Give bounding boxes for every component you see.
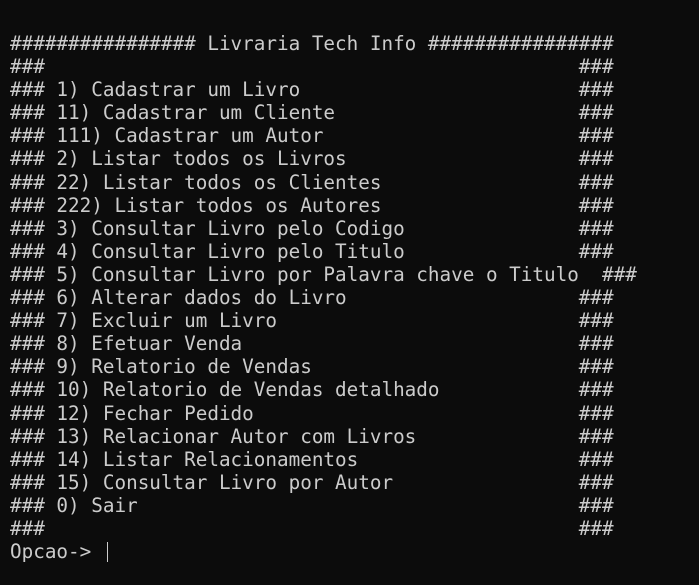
command-prompt[interactable]: Opcao-> <box>10 540 699 563</box>
text-cursor <box>106 541 108 562</box>
menu-item-cadastrar-livro: ### 1) Cadastrar um Livro ### <box>10 78 614 102</box>
menu-item-listar-clientes: ### 22) Listar todos os Clientes ### <box>10 170 614 194</box>
menu-item-fechar-pedido: ### 12) Fechar Pedido ### <box>10 401 614 425</box>
menu-item-relacionar-autor: ### 13) Relacionar Autor com Livros ### <box>10 424 614 448</box>
menu-item-relatorio-vendas: ### 9) Relatorio de Vendas ### <box>10 355 614 379</box>
menu-item-consultar-titulo: ### 4) Consultar Livro pelo Titulo ### <box>10 239 614 263</box>
menu-header: ################ Livraria Tech Info ####… <box>10 32 614 55</box>
menu-item-consultar-codigo: ### 3) Consultar Livro pelo Codigo ### <box>10 216 614 240</box>
menu-item-listar-relacionamentos: ### 14) Listar Relacionamentos ### <box>10 447 614 471</box>
menu-item-cadastrar-cliente: ### 11) Cadastrar um Cliente ### <box>10 101 614 125</box>
menu-item-consultar-palavra-chave: ### 5) Consultar Livro por Palavra chave… <box>10 262 637 286</box>
menu-item-consultar-autor: ### 15) Consultar Livro por Autor ### <box>10 470 614 494</box>
menu-item-sair: ### 0) Sair ### <box>10 493 614 517</box>
menu-item-alterar-livro: ### 6) Alterar dados do Livro ### <box>10 286 614 310</box>
menu-border: ### ### <box>10 55 614 79</box>
menu-item-listar-livros: ### 2) Listar todos os Livros ### <box>10 147 614 171</box>
menu-item-cadastrar-autor: ### 111) Cadastrar um Autor ### <box>10 124 614 148</box>
menu-item-efetuar-venda: ### 8) Efetuar Venda ### <box>10 332 614 356</box>
menu-item-relatorio-detalhado: ### 10) Relatorio de Vendas detalhado ##… <box>10 378 614 402</box>
menu-border: ### ### <box>10 516 614 540</box>
terminal-window[interactable]: ################ Livraria Tech Info ####… <box>0 0 699 585</box>
menu-item-excluir-livro: ### 7) Excluir um Livro ### <box>10 309 614 333</box>
menu-item-listar-autores: ### 222) Listar todos os Autores ### <box>10 193 614 217</box>
prompt-label: Opcao-> <box>10 540 103 564</box>
